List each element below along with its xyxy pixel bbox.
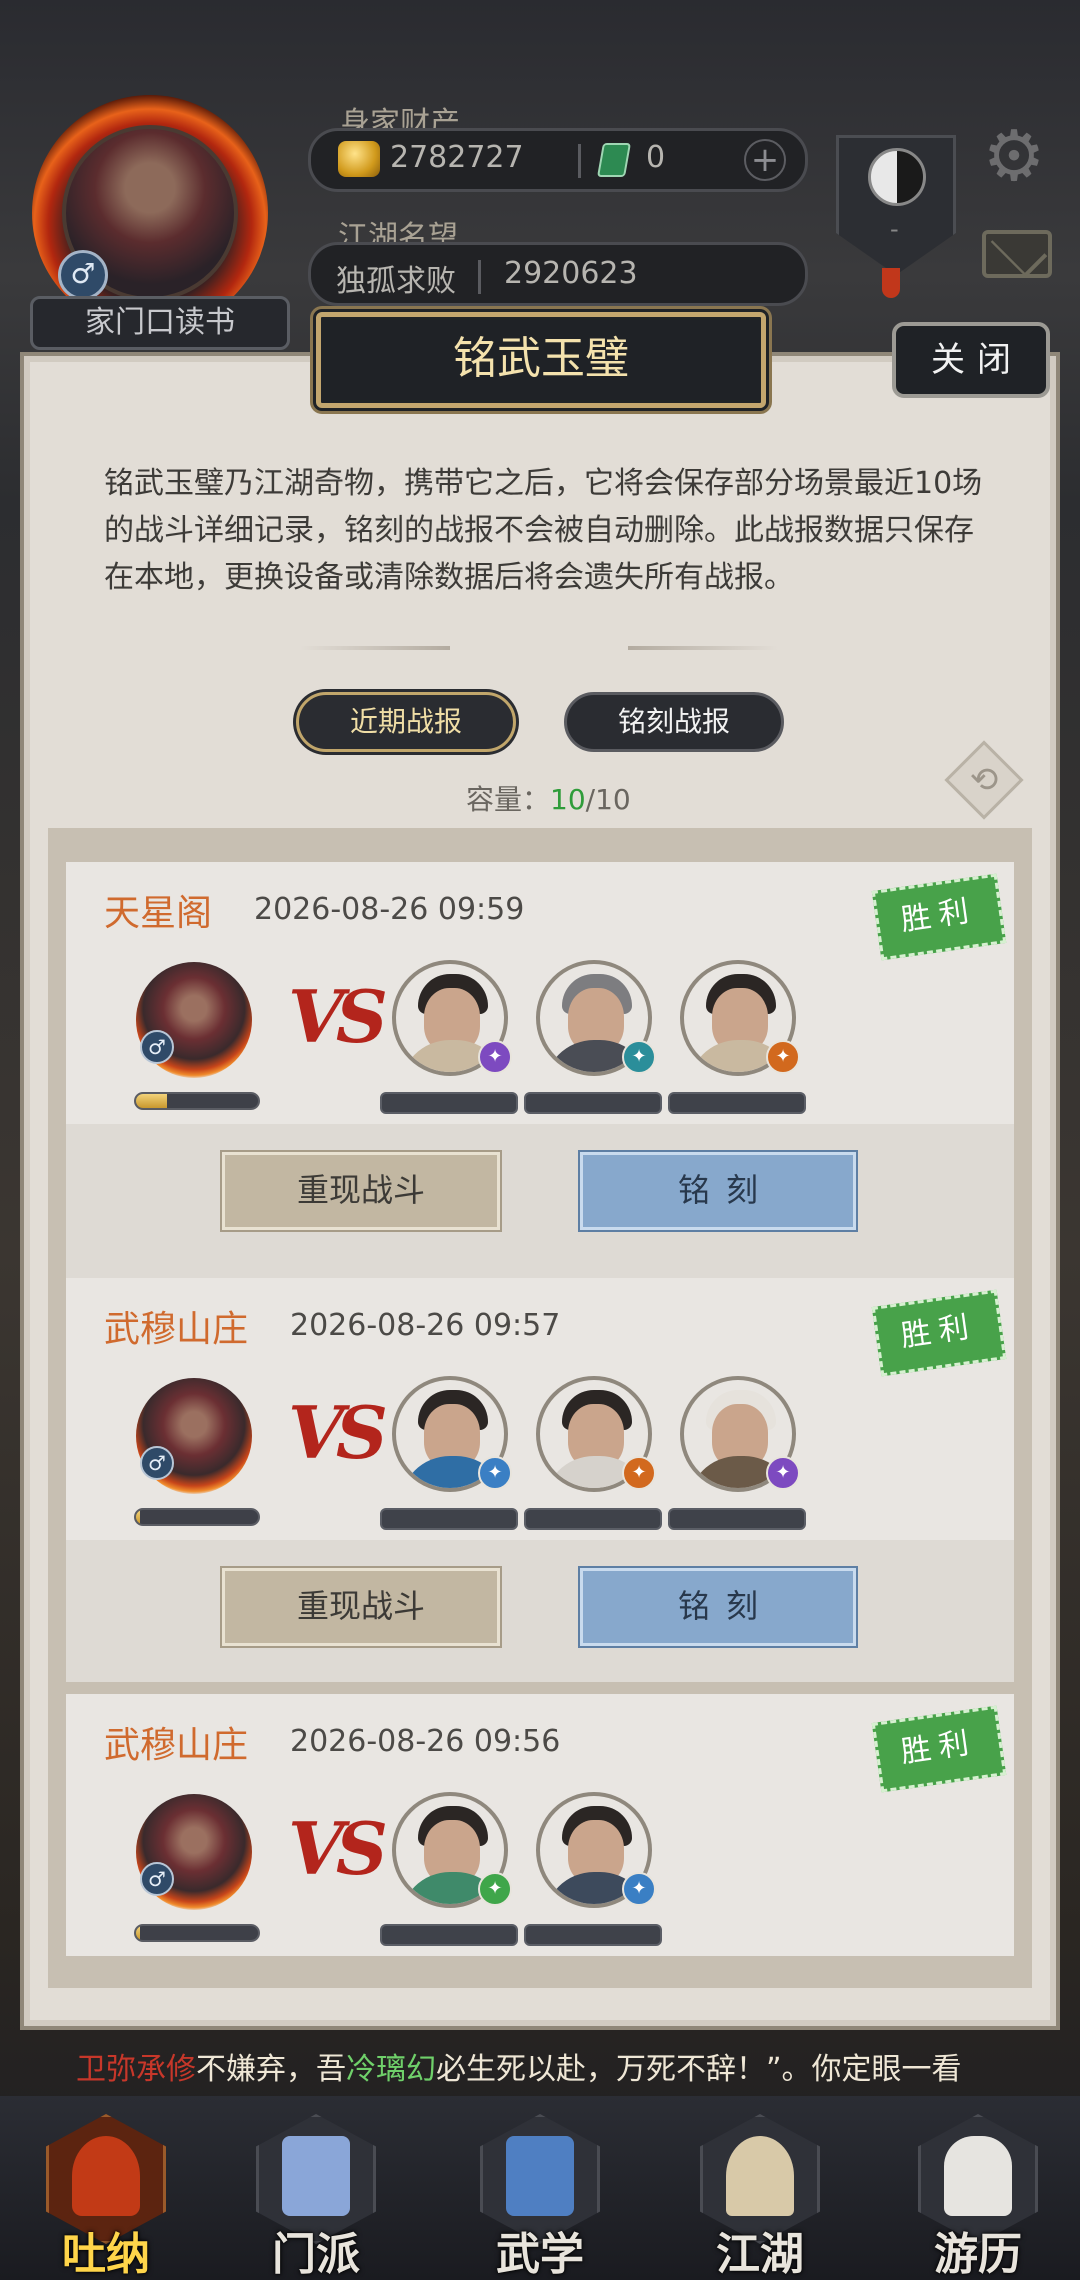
settings-gear-icon[interactable]: ⚙ xyxy=(978,120,1050,192)
nav-travel[interactable]: 游历 xyxy=(898,2100,1058,2280)
male-gender-icon: ♂ xyxy=(140,1446,174,1480)
capacity-label: 容量： xyxy=(466,783,551,816)
yinyang-icon xyxy=(868,148,926,206)
enemy-hp-bar xyxy=(524,1924,662,1946)
engrave-button[interactable]: 铭刻 xyxy=(580,1568,856,1646)
player-progress-fill xyxy=(136,1510,140,1524)
jade-amount: 0 xyxy=(646,140,666,175)
close-button[interactable]: 关闭 xyxy=(892,322,1050,398)
story-name: 冷璃幻 xyxy=(346,2052,436,2084)
divider-flourish-left xyxy=(300,646,450,650)
male-gender-icon: ♂ xyxy=(140,1862,174,1896)
fame-value: 2920623 xyxy=(504,256,638,291)
orange-element-icon: ✦ xyxy=(766,1040,800,1074)
male-gender-icon: ♂ xyxy=(58,250,108,300)
enemy-hp-bar xyxy=(380,1924,518,1946)
story-text-part: 不嫌弃，吾 xyxy=(196,2052,346,2084)
add-currency-button[interactable]: + xyxy=(744,139,786,181)
male-gender-icon: ♂ xyxy=(140,1030,174,1064)
battle-card-actions xyxy=(66,1124,1014,1280)
story-name: 卫弥承修 xyxy=(76,2052,196,2084)
capacity-readout: 容量：10/10 xyxy=(466,778,631,818)
enemy-hp-bar xyxy=(668,1092,806,1114)
battle-time: 2026-08-26 09:59 xyxy=(254,892,525,927)
versus-mark: VS xyxy=(288,1806,388,1891)
meditation-icon xyxy=(72,2136,140,2216)
refresh-icon: ⟲ xyxy=(969,760,999,800)
panel-title: 铭武玉璧 xyxy=(316,312,766,408)
player-progress-bar xyxy=(134,1092,260,1110)
battle-time: 2026-08-26 09:57 xyxy=(290,1308,561,1343)
battle-location: 武穆山庄 xyxy=(104,1725,249,1766)
capacity-total: /10 xyxy=(585,783,631,816)
sect-level: - xyxy=(890,215,899,243)
story-text-part: 必生死以赴，万死不辞！”。你定眼一看 xyxy=(436,2052,962,2084)
silver-amount: 2782727 xyxy=(390,140,524,175)
enemy-hp-bar xyxy=(380,1508,518,1530)
purple-element-icon: ✦ xyxy=(766,1456,800,1490)
wealth-bar xyxy=(308,128,808,192)
player-name-plate[interactable]: 家门口读书 xyxy=(30,296,290,350)
enemy-hp-bar xyxy=(524,1092,662,1114)
versus-mark: VS xyxy=(288,1390,388,1475)
tab-recent-reports[interactable]: 近期战报 xyxy=(296,692,516,752)
nav-martial-arts[interactable]: 武学 xyxy=(460,2100,620,2280)
nav-sect[interactable]: 门派 xyxy=(236,2100,396,2280)
nav-tuna[interactable]: 吐纳 xyxy=(26,2100,186,2280)
enemy-hp-bar xyxy=(668,1508,806,1530)
player-progress-fill xyxy=(136,1094,167,1108)
divider xyxy=(578,144,581,178)
panel-description: 铭武玉璧乃江湖奇物，携带它之后，它将会保存部分场景最近10场的战斗详细记录，铭刻… xyxy=(104,466,983,595)
story-text: 卫弥承修不嫌弃，吾冷璃幻必生死以赴，万死不辞！”。你定眼一看 xyxy=(76,2044,1016,2084)
enemy-hp-bar xyxy=(380,1092,518,1114)
green-element-icon: ✦ xyxy=(478,1872,512,1906)
capacity-used: 10 xyxy=(550,783,586,816)
blue-element-icon: ✦ xyxy=(622,1872,656,1906)
scroll-book-icon xyxy=(506,2136,574,2216)
battle-card: 武穆山庄 2026-08-26 09:56 胜利 ♂ VS ✦ ✦ xyxy=(66,1694,1014,1956)
white-horse-icon xyxy=(944,2136,1012,2216)
tassel-ornament xyxy=(882,268,900,298)
nav-jianghu[interactable]: 江湖 xyxy=(680,2100,840,2280)
replay-battle-button[interactable]: 重现战斗 xyxy=(222,1568,500,1646)
versus-mark: VS xyxy=(288,974,388,1059)
battle-location: 武穆山庄 xyxy=(104,1309,249,1350)
divider-flourish-right xyxy=(628,646,778,650)
player-progress-fill xyxy=(136,1926,140,1940)
nav-label: 江湖 xyxy=(716,2229,804,2280)
nav-label: 吐纳 xyxy=(62,2229,150,2280)
replay-battle-button[interactable]: 重现战斗 xyxy=(222,1152,500,1230)
player-progress-bar xyxy=(134,1508,260,1526)
nav-label: 游历 xyxy=(934,2229,1022,2280)
sect-banner-icon xyxy=(282,2136,350,2216)
purple-element-icon: ✦ xyxy=(478,1040,512,1074)
mail-envelope-icon[interactable] xyxy=(982,230,1052,278)
bamboo-hat-icon xyxy=(726,2136,794,2216)
nav-label: 武学 xyxy=(496,2229,584,2280)
battle-time: 2026-08-26 09:56 xyxy=(290,1724,561,1759)
jade-icon xyxy=(597,143,631,177)
silver-ingot-icon xyxy=(338,141,380,177)
orange-element-icon: ✦ xyxy=(622,1456,656,1490)
battle-location: 天星阁 xyxy=(104,893,213,934)
tab-engraved-reports[interactable]: 铭刻战报 xyxy=(564,692,784,752)
nav-label: 门派 xyxy=(272,2229,360,2280)
battle-card: 天星阁 2026-08-26 09:59 胜利 ♂ VS ✦ ✦ ✦ 重现战斗 … xyxy=(66,862,1014,1280)
battle-card: 武穆山庄 2026-08-26 09:57 胜利 ♂ VS ✦ ✦ ✦ 重现战斗… xyxy=(66,1278,1014,1682)
divider xyxy=(478,260,481,294)
battle-card-actions xyxy=(66,1540,1014,1682)
teal-element-icon: ✦ xyxy=(622,1040,656,1074)
enemy-hp-bar xyxy=(524,1508,662,1530)
engrave-button[interactable]: 铭刻 xyxy=(580,1152,856,1230)
blue-element-icon: ✦ xyxy=(478,1456,512,1490)
fame-title: 独孤求败 xyxy=(336,264,456,299)
player-progress-bar xyxy=(134,1924,260,1942)
